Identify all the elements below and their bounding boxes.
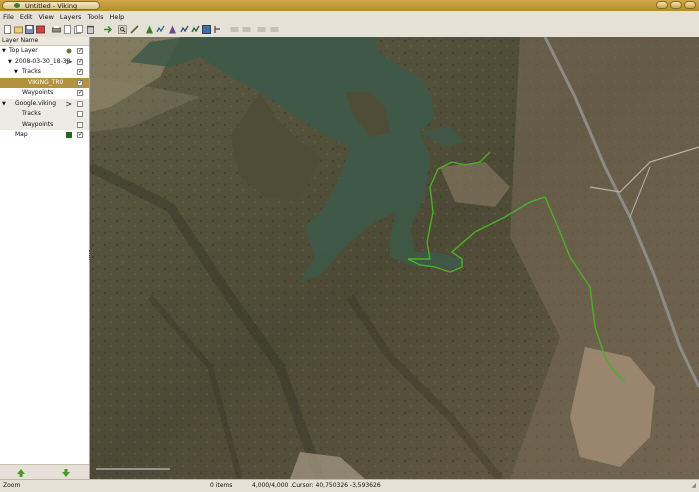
visibility-checkbox[interactable] <box>77 121 83 128</box>
menu-tools[interactable]: Tools <box>87 13 103 21</box>
layer-row-google-viking[interactable]: ▼ Google.viking <box>0 98 89 110</box>
status-zoom[interactable]: 4,000/4,000 ... <box>252 480 296 492</box>
status-cursor: Cursor: 40,750326 -3,593626 <box>292 482 381 489</box>
save-icon[interactable] <box>25 25 34 34</box>
expand-arrow-icon[interactable]: ▼ <box>2 46 6 57</box>
map-layer-icon <box>66 132 72 138</box>
menu-edit[interactable]: Edit <box>20 13 33 21</box>
layer-label: Tracks <box>22 68 41 75</box>
edit-waypoint-icon[interactable] <box>168 25 177 34</box>
go-back-icon[interactable] <box>103 25 112 34</box>
visibility-checkbox[interactable] <box>77 100 83 107</box>
zoom-in-icon[interactable] <box>257 25 266 34</box>
layer-name-header[interactable]: Layer Name <box>0 37 89 46</box>
undo-icon[interactable] <box>213 25 222 34</box>
title-bar: Untitled - Viking <box>0 0 699 11</box>
move-layer-up-button[interactable] <box>13 468 29 477</box>
visibility-checkbox[interactable]: ✓ <box>77 58 83 65</box>
aggregate-layer-icon <box>66 48 72 54</box>
map-viewport[interactable] <box>90 37 699 479</box>
window-title: Untitled - Viking <box>25 2 78 10</box>
visibility-checkbox[interactable]: ✓ <box>77 90 83 96</box>
dem-icon[interactable] <box>202 25 211 34</box>
layer-label: Google.viking <box>15 99 57 107</box>
layer-row-tracks-2[interactable]: Tracks <box>0 109 89 120</box>
expand-arrow-icon[interactable]: ▼ <box>8 57 12 68</box>
layer-label: Top Layer <box>9 47 38 54</box>
satellite-map-image <box>90 37 699 479</box>
visibility-checkbox[interactable]: ✓ <box>77 69 83 75</box>
zoom-out-icon[interactable] <box>242 25 251 34</box>
arrow-up-icon <box>17 468 25 477</box>
print-icon[interactable] <box>52 25 61 34</box>
create-track-icon[interactable] <box>156 25 165 34</box>
expand-arrow-icon[interactable]: ▼ <box>14 67 18 78</box>
toolbar <box>0 22 699 38</box>
arrow-down-icon <box>62 468 70 477</box>
cut-icon[interactable] <box>63 25 72 34</box>
ruler-icon[interactable] <box>130 25 139 34</box>
visibility-checkbox[interactable]: ✓ <box>77 48 83 54</box>
new-icon[interactable] <box>3 25 12 34</box>
open-icon[interactable] <box>14 25 23 34</box>
status-bar: Zoom 0 items 4,000/4,000 ... Cursor: 40,… <box>0 479 699 492</box>
status-tool: Zoom <box>3 482 21 489</box>
layer-label: Tracks <box>22 110 41 117</box>
viking-app-icon <box>14 3 20 8</box>
resize-grip-icon[interactable]: ◢ <box>691 480 696 492</box>
layer-row-waypoints[interactable]: Waypoints ✓ <box>0 88 89 99</box>
redo-icon[interactable] <box>230 25 239 34</box>
layers-panel: Layer Name ▼ Top Layer ✓ ▼ 2008-03-30_18… <box>0 37 90 479</box>
layer-label: Waypoints <box>22 120 54 128</box>
status-items: 0 items <box>210 482 233 489</box>
menu-view[interactable]: View <box>38 13 53 21</box>
maximize-button[interactable] <box>670 1 682 9</box>
layer-label: Waypoints <box>22 89 54 96</box>
map-download-icon[interactable] <box>191 25 200 34</box>
layer-row-top-layer[interactable]: ▼ Top Layer ✓ <box>0 46 89 57</box>
trw-layer-icon <box>66 101 72 106</box>
visibility-checkbox[interactable] <box>77 111 83 117</box>
move-layer-down-button[interactable] <box>58 468 74 477</box>
layer-row-waypoints-2[interactable]: Waypoints <box>0 119 89 130</box>
layer-row-map[interactable]: Map ✓ <box>0 130 89 141</box>
edit-track-icon[interactable] <box>180 25 189 34</box>
layer-move-buttons <box>0 464 89 480</box>
expand-arrow-icon[interactable]: ▼ <box>2 99 6 110</box>
close-button[interactable] <box>684 1 696 9</box>
menu-file[interactable]: File <box>3 13 14 21</box>
layer-label: VIKING_TR0 <box>28 78 64 86</box>
visibility-checkbox[interactable]: ✓ <box>77 79 83 86</box>
menu-bar: File Edit View Layers Tools Help <box>0 11 699 22</box>
menu-help[interactable]: Help <box>109 13 124 21</box>
minimize-button[interactable] <box>656 1 668 9</box>
layer-label: 2008-03-30_18-38- <box>15 57 73 65</box>
visibility-checkbox[interactable]: ✓ <box>77 132 83 138</box>
copy-icon[interactable] <box>74 25 83 34</box>
layer-row-gps-file[interactable]: ▼ 2008-03-30_18-38- ✓ <box>0 57 89 68</box>
layer-row-tracks[interactable]: ▼ Tracks ✓ <box>0 67 89 78</box>
refresh-icon[interactable] <box>270 25 279 34</box>
layer-row-viking-track-selected[interactable]: VIKING_TR0 ✓ <box>0 77 89 88</box>
trw-layer-icon <box>66 59 72 64</box>
create-waypoint-icon[interactable] <box>145 25 154 34</box>
window-title-pill[interactable]: Untitled - Viking <box>2 1 100 10</box>
delete-icon[interactable] <box>86 25 95 34</box>
menu-layers[interactable]: Layers <box>60 13 82 21</box>
properties-icon[interactable] <box>36 25 45 34</box>
pan-icon[interactable] <box>118 25 127 34</box>
layer-label: Map <box>15 131 28 138</box>
